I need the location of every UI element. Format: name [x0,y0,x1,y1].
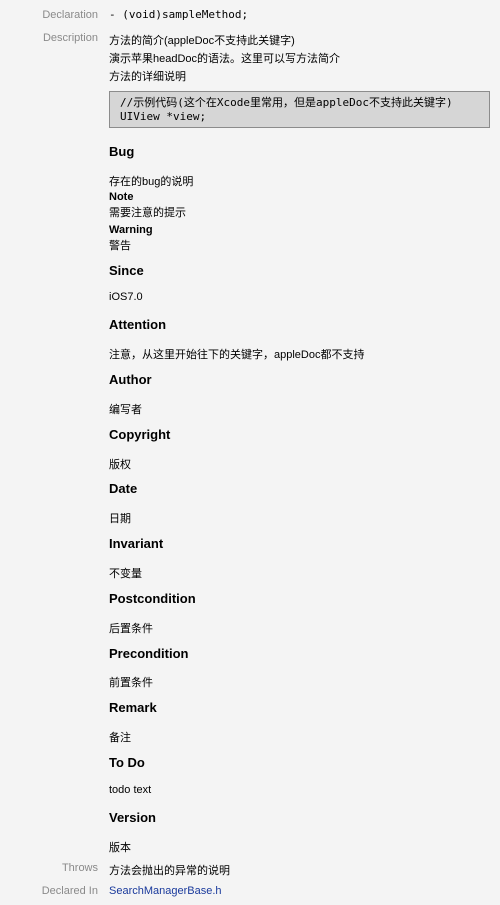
declaration-label: Declaration [42,9,98,21]
since-heading: Since [109,263,144,278]
version-text: 版本 [109,842,131,854]
date-text: 日期 [109,513,131,525]
throws-label: Throws [61,862,98,874]
date-heading: Date [109,481,138,496]
remark-heading: Remark [109,700,157,715]
precondition-text: 前置条件 [109,677,153,689]
declared-in-link[interactable]: SearchManagerBase.h [109,885,222,897]
declaration-value: - (void)sampleMethod; [109,8,249,21]
invariant-heading: Invariant [109,536,164,551]
version-heading: Version [109,810,156,825]
code-line-2: UIView *view; [120,110,207,123]
warning-heading: Warning [109,224,153,236]
attention-text: 注意，从这里开始往下的关键字，appleDoc都不支持 [109,349,365,361]
description-line-2: 演示苹果headDoc的语法。这里可以写方法简介 [109,53,341,65]
todo-heading: To Do [109,755,145,770]
throws-value: 方法会抛出的异常的说明 [109,865,230,877]
warning-text: 警告 [109,240,131,252]
declared-in-label: Declared In [41,885,98,897]
note-text: 需要注意的提示 [109,207,186,219]
since-text: iOS7.0 [109,291,143,303]
description-line-1: 方法的简介(appleDoc不支持此关键字) [109,35,295,47]
attention-heading: Attention [109,317,167,332]
copyright-text: 版权 [109,459,131,471]
copyright-heading: Copyright [109,427,171,442]
invariant-text: 不变量 [109,568,142,580]
todo-text: todo text [109,784,152,796]
description-line-3: 方法的详细说明 [109,71,186,83]
bug-text: 存在的bug的说明 [109,176,194,188]
note-heading: Note [109,191,134,203]
description-label: Description [42,32,98,44]
postcondition-heading: Postcondition [109,591,196,606]
precondition-heading: Precondition [109,646,189,661]
author-text: 编写者 [109,404,142,416]
author-heading: Author [109,372,152,387]
bug-heading: Bug [109,144,135,159]
code-block: //示例代码(这个在Xcode里常用，但是appleDoc不支持此关键字) UIV… [109,91,490,128]
postcondition-text: 后置条件 [109,623,153,635]
remark-text: 备注 [109,732,131,744]
code-line-1: //示例代码(这个在Xcode里常用，但是appleDoc不支持此关键字) [120,96,453,109]
